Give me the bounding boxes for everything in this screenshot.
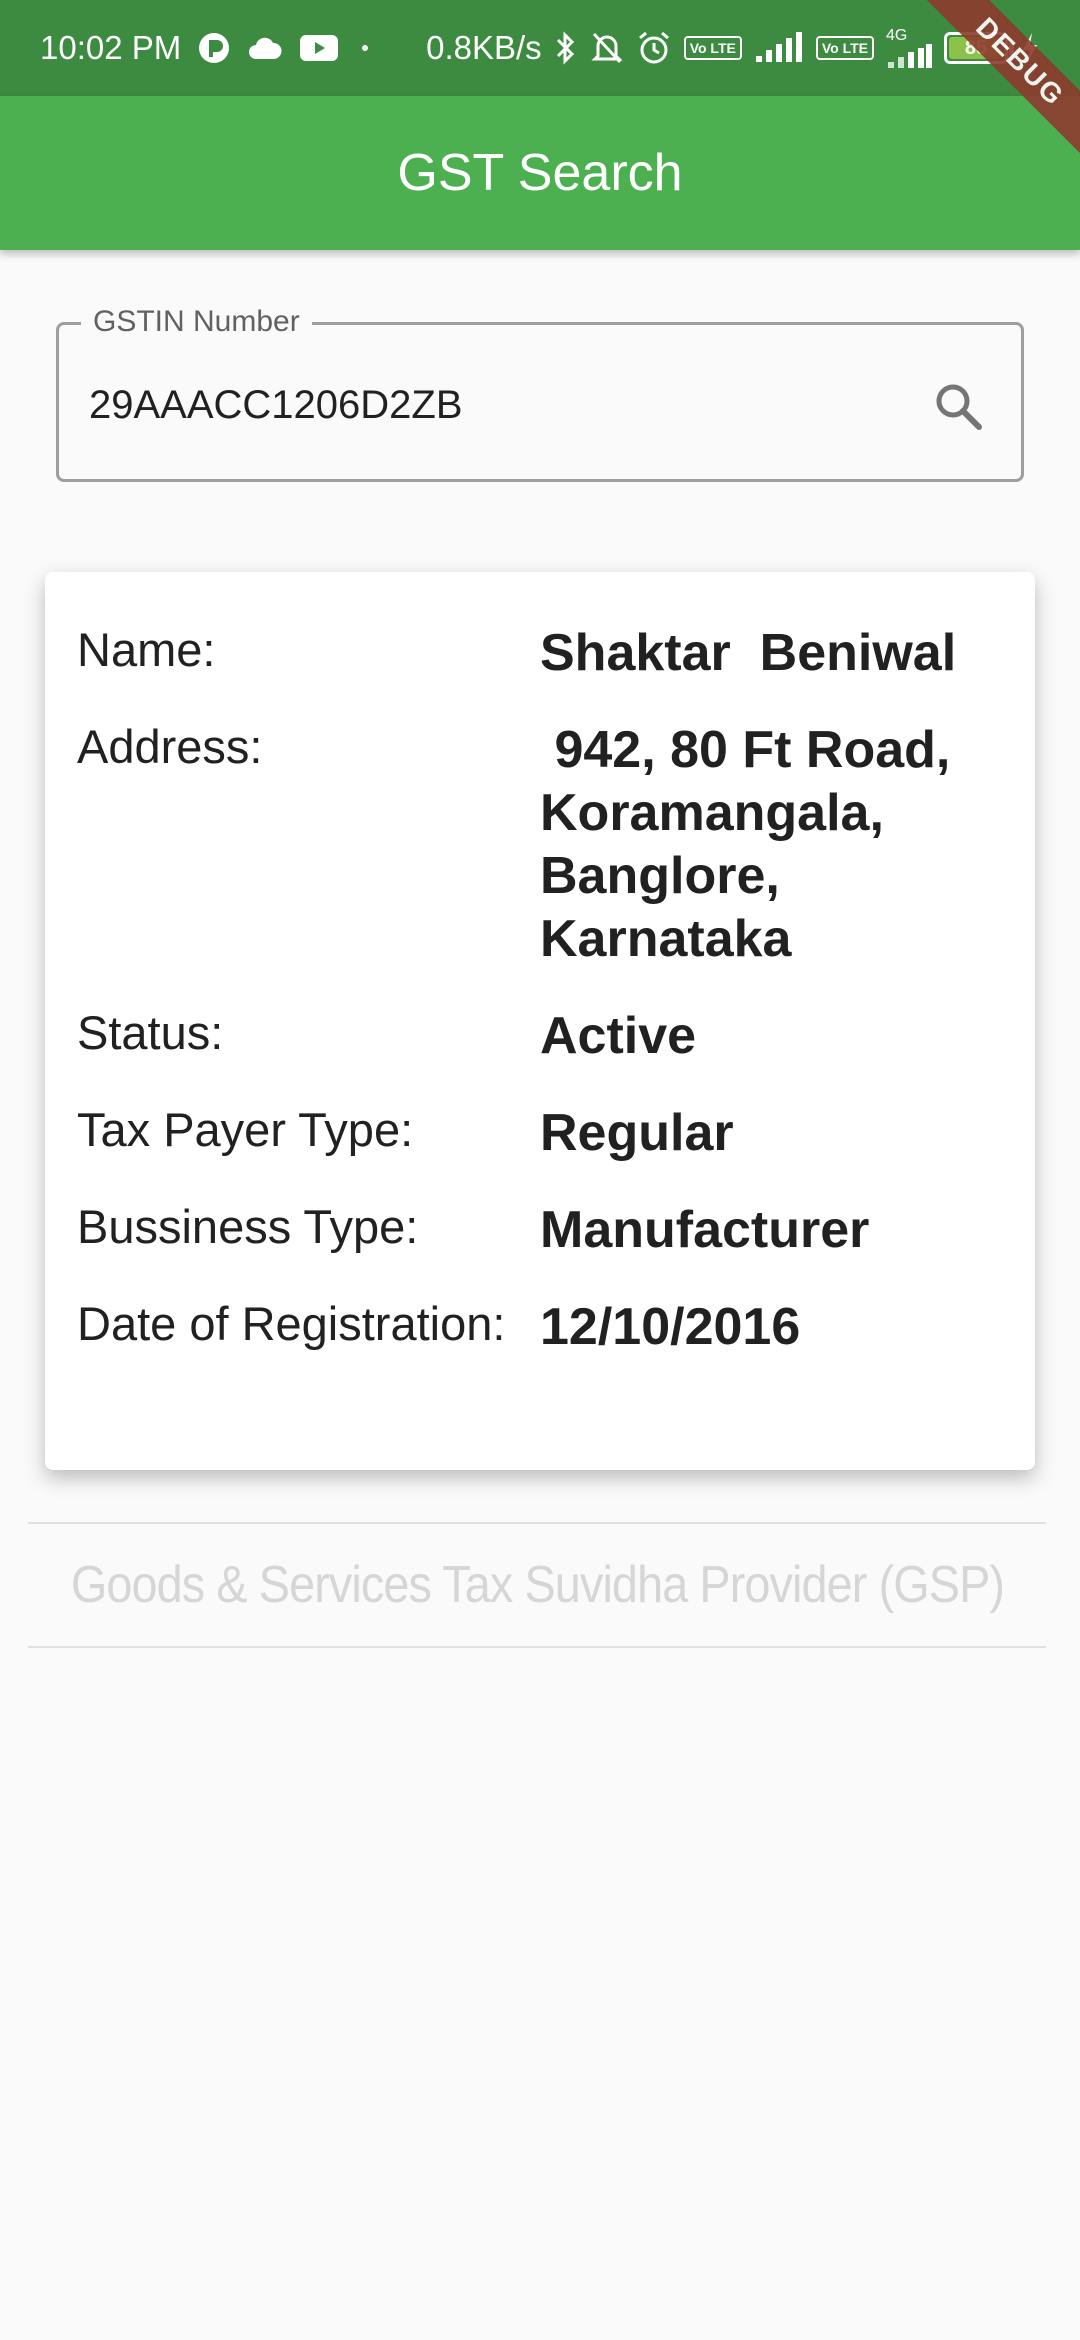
status-time: 10:02 PM <box>40 29 182 66</box>
gstin-field[interactable]: GSTIN Number <box>56 305 1024 482</box>
pocket-icon <box>197 31 231 65</box>
taxpayer-label: Tax Payer Type: <box>77 1103 414 1156</box>
search-button[interactable] <box>927 375 991 439</box>
taxpayer-value: Regular <box>540 1104 734 1162</box>
network-type: 4G <box>886 27 908 44</box>
network-speed: 0.8KB/s <box>426 29 542 66</box>
date-value: 12/10/2016 <box>540 1298 801 1356</box>
status-label: Status: <box>77 1006 224 1059</box>
app-bar: GST Search <box>0 96 1080 250</box>
detail-row-business: Bussiness Type: Manufacturer <box>77 1199 1003 1262</box>
gst-details-card: Name: Shaktar Beniwal Address: 942, 80 F… <box>45 572 1035 1470</box>
page-title: GST Search <box>397 144 683 202</box>
business-value: Manufacturer <box>540 1201 870 1259</box>
bluetooth-icon <box>554 30 578 66</box>
status-value: Active <box>540 1007 697 1065</box>
volte-icon-2: Vo LTE <box>815 36 874 60</box>
footer-text: Goods & Services Tax Suvidha Provider (G… <box>70 1556 1004 1614</box>
youtube-icon <box>299 33 339 63</box>
alarm-icon <box>636 30 672 66</box>
name-label: Name: <box>77 623 216 676</box>
address-value: 942, 80 Ft Road, Koramangala, Banglore, … <box>540 721 965 968</box>
address-label: Address: <box>77 720 263 773</box>
detail-row-name: Name: Shaktar Beniwal <box>77 622 1003 685</box>
signal-icon <box>754 32 804 64</box>
detail-row-status: Status: Active <box>77 1005 1003 1068</box>
mute-bell-icon <box>590 30 624 66</box>
business-label: Bussiness Type: <box>77 1200 419 1253</box>
detail-row-date: Date of Registration: 12/10/2016 <box>77 1296 1003 1359</box>
status-bar: 10:02 PM 0.8KB/s Vo LTE Vo LTE 4G <box>0 0 1080 96</box>
signal-4g-icon: 4G <box>886 28 932 68</box>
gstin-input[interactable] <box>89 375 909 435</box>
cloud-icon <box>247 35 283 61</box>
dot-icon <box>355 38 375 58</box>
gstin-field-label: GSTIN Number <box>81 305 312 339</box>
volte-icon: Vo LTE <box>683 36 742 60</box>
detail-row-address: Address: 942, 80 Ft Road, Koramangala, B… <box>77 719 1003 971</box>
search-icon <box>936 384 982 430</box>
detail-row-taxpayer: Tax Payer Type: Regular <box>77 1102 1003 1165</box>
name-value: Shaktar Beniwal <box>540 624 957 682</box>
date-label: Date of Registration: <box>77 1297 506 1350</box>
footer: Goods & Services Tax Suvidha Provider (G… <box>28 1522 1046 1648</box>
